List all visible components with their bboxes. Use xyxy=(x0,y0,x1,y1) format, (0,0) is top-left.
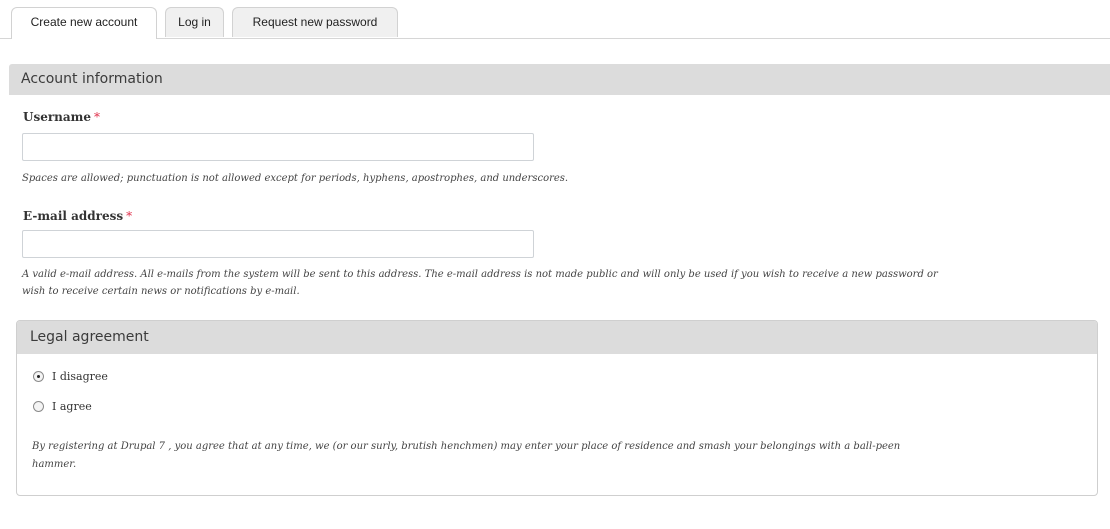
required-marker: * xyxy=(126,209,133,223)
radio-option-i-agree[interactable]: I agree xyxy=(33,398,92,414)
email-description-line-2: wish to receive certain news or notifica… xyxy=(22,286,300,297)
radio-label-i-disagree: I disagree xyxy=(52,369,108,383)
email-label: E-mail address * xyxy=(23,209,132,223)
legal-description: By registering at Drupal 7 , you agree t… xyxy=(32,438,1082,474)
username-label-text: Username xyxy=(23,110,92,124)
radio-button-checked[interactable] xyxy=(33,370,44,382)
legal-description-line-1: By registering at Drupal 7 , you agree t… xyxy=(32,441,901,452)
tab-log-in[interactable]: Log in xyxy=(165,7,224,37)
username-description: Spaces are allowed; punctuation is not a… xyxy=(22,173,569,184)
email-label-text: E-mail address xyxy=(23,209,124,223)
radio-button-unchecked[interactable] xyxy=(33,400,44,412)
legal-agreement-fieldset: Legal agreement I disagree I agree By re… xyxy=(16,320,1098,496)
radio-label-i-agree: I agree xyxy=(52,399,92,413)
username-input[interactable] xyxy=(22,133,534,161)
radio-option-i-disagree[interactable]: I disagree xyxy=(33,368,108,384)
username-label: Username * xyxy=(23,110,100,124)
email-input[interactable] xyxy=(22,230,534,258)
required-marker: * xyxy=(94,110,101,124)
email-description-line-1: A valid e-mail address. All e-mails from… xyxy=(22,269,938,280)
tab-request-new-password[interactable]: Request new password xyxy=(232,7,398,37)
legal-description-line-2: hammer. xyxy=(32,459,77,470)
tab-create-new-account[interactable]: Create new account xyxy=(11,7,157,39)
account-information-legend: Account information xyxy=(9,64,1110,95)
legal-agreement-legend: Legal agreement xyxy=(17,321,1097,354)
tab-bar: Create new account Log in Request new pa… xyxy=(0,0,1110,39)
